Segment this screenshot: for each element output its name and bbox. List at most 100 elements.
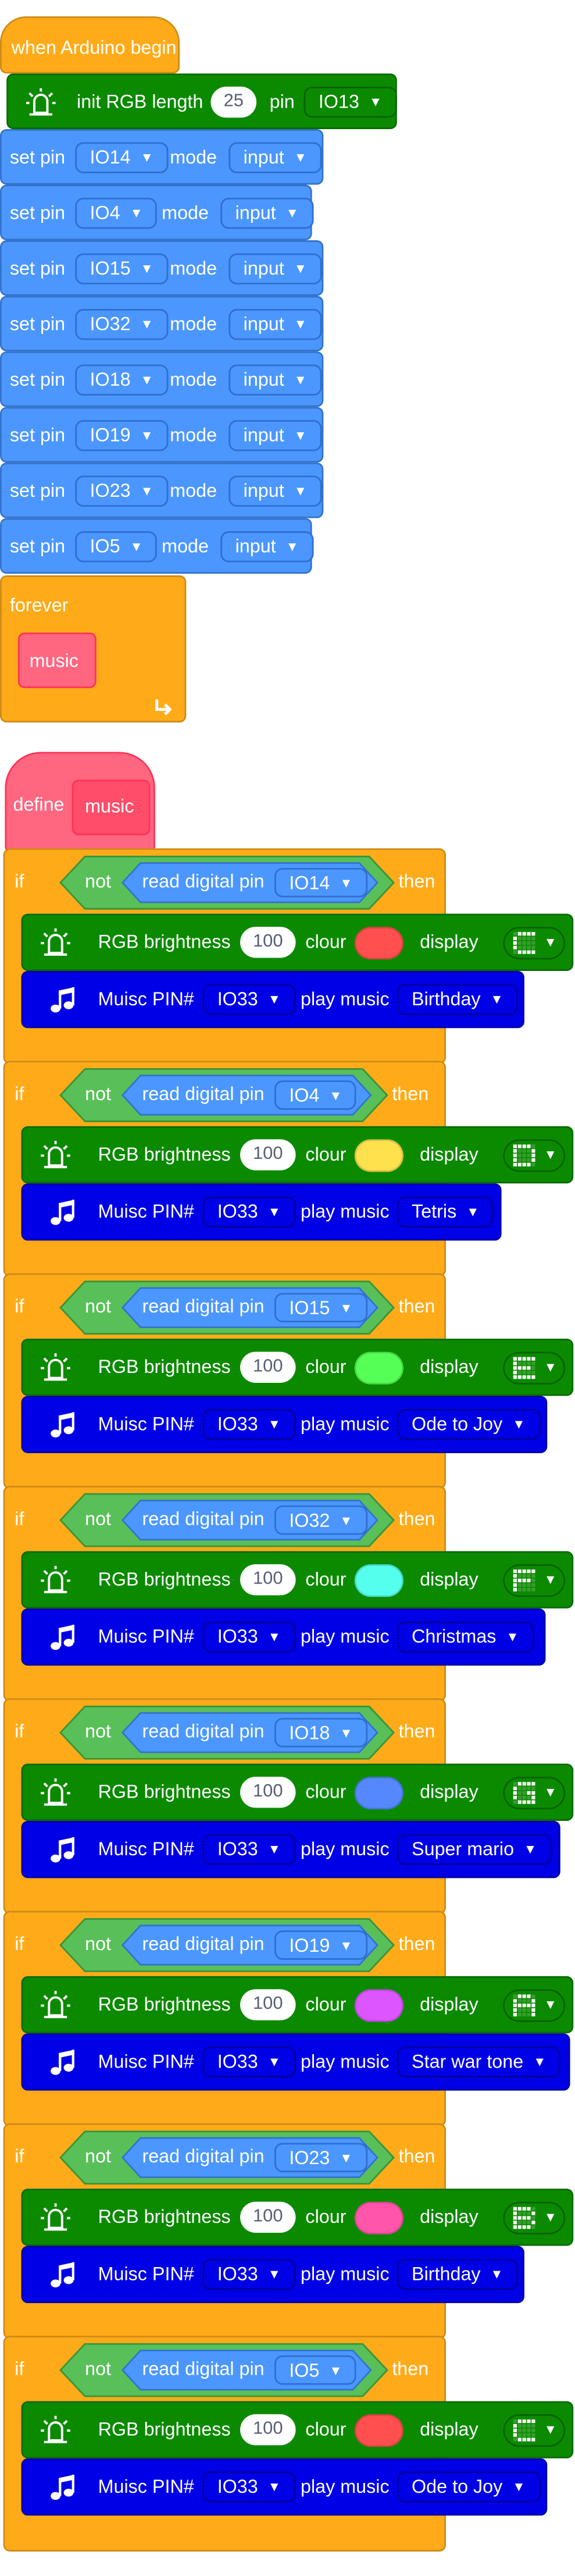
color-swatch[interactable]	[354, 1139, 403, 1172]
led-matrix-dropdown[interactable]: ▼	[503, 1777, 566, 1810]
mode-dropdown[interactable]: input ▼	[220, 197, 314, 229]
read-pin-dropdown[interactable]: IO4 ▼	[274, 1080, 357, 1110]
music-pin-dropdown[interactable]: IO33 ▼	[202, 2259, 296, 2290]
define-music-block[interactable]: define music	[5, 752, 155, 853]
mode-dropdown[interactable]: input ▼	[228, 420, 322, 451]
music-pin-dropdown[interactable]: IO33 ▼	[202, 2471, 296, 2503]
color-swatch[interactable]	[354, 2201, 403, 2235]
color-swatch[interactable]	[354, 2414, 403, 2447]
play-music-block[interactable]: Muisc PIN# IO33 ▼ play music Christmas ▼	[21, 1608, 546, 1666]
if-block[interactable]: if not read digital pin IO32 ▼ then RGB bright…	[3, 1486, 574, 1702]
set-pin-mode-block[interactable]: set pin IO18 ▼ mode input ▼	[0, 351, 324, 407]
read-pin-dropdown[interactable]: IO23 ▼	[274, 2143, 367, 2173]
brightness-input[interactable]: 100	[240, 2414, 296, 2446]
music-pin-dropdown[interactable]: IO33 ▼	[202, 2046, 296, 2078]
song-dropdown[interactable]: Ode to Joy ▼	[397, 2471, 540, 2503]
music-pin-dropdown[interactable]: IO33 ▼	[202, 1621, 296, 1653]
rgb-brightness-block[interactable]: RGB brightness 100 clour display ▼	[21, 1126, 574, 1184]
rgb-brightness-block[interactable]: RGB brightness 100 clour display ▼	[21, 1976, 574, 2034]
read-pin-dropdown[interactable]: IO5 ▼	[274, 2355, 357, 2385]
brightness-input[interactable]: 100	[240, 1351, 296, 1383]
brightness-input[interactable]: 100	[240, 1564, 296, 1596]
rgb-brightness-block[interactable]: RGB brightness 100 clour display ▼	[21, 2401, 574, 2458]
if-block[interactable]: if not read digital pin IO15 ▼ then RGB bright…	[3, 1273, 574, 1489]
if-block[interactable]: if not read digital pin IO23 ▼ then RGB bright…	[3, 2123, 574, 2339]
mode-dropdown[interactable]: input ▼	[228, 475, 322, 507]
music-pin-dropdown[interactable]: IO33 ▼	[202, 1834, 296, 1865]
play-music-block[interactable]: Muisc PIN# IO33 ▼ play music Tetris ▼	[21, 1183, 502, 1241]
color-swatch[interactable]	[354, 1989, 403, 2022]
song-dropdown[interactable]: Birthday ▼	[397, 2259, 518, 2290]
rgb-pin-dropdown[interactable]: IO13 ▼	[303, 86, 397, 118]
brightness-input[interactable]: 100	[240, 927, 296, 958]
read-pin-dropdown[interactable]: IO32 ▼	[274, 1505, 367, 1535]
play-music-block[interactable]: Muisc PIN# IO33 ▼ play music Birthday ▼	[21, 970, 524, 1029]
forever-block[interactable]: forever music	[0, 575, 187, 723]
when-arduino-begin-block[interactable]: when Arduino begin	[0, 16, 180, 74]
if-block[interactable]: if not read digital pin IO18 ▼ then RGB bright…	[3, 1698, 574, 1915]
led-matrix-dropdown[interactable]: ▼	[503, 1139, 566, 1172]
if-block[interactable]: if not read digital pin IO4 ▼ then RGB brightn…	[3, 1061, 574, 1277]
pin-dropdown[interactable]: IO4 ▼	[75, 197, 158, 229]
if-block[interactable]: if not read digital pin IO19 ▼ then RGB bright…	[3, 1910, 574, 2127]
led-matrix-dropdown[interactable]: ▼	[503, 1989, 566, 2022]
color-swatch[interactable]	[354, 1351, 403, 1385]
pin-dropdown[interactable]: IO14 ▼	[75, 142, 169, 173]
init-rgb-block[interactable]: init RGB length 25 pin IO13 ▼	[6, 73, 397, 129]
rgb-brightness-block[interactable]: RGB brightness 100 clour display ▼	[21, 913, 574, 971]
song-dropdown[interactable]: Star war tone ▼	[397, 2046, 561, 2078]
pin-dropdown[interactable]: IO32 ▼	[75, 309, 169, 340]
brightness-input[interactable]: 100	[240, 1777, 296, 1808]
song-dropdown[interactable]: Super mario ▼	[397, 1834, 552, 1865]
rgb-brightness-block[interactable]: RGB brightness 100 clour display ▼	[21, 1339, 574, 1396]
brightness-input[interactable]: 100	[240, 2201, 296, 2233]
led-matrix-dropdown[interactable]: ▼	[503, 1564, 566, 1597]
rgb-brightness-block[interactable]: RGB brightness 100 clour display ▼	[21, 1551, 574, 1609]
mode-dropdown[interactable]: input ▼	[220, 531, 314, 563]
brightness-input[interactable]: 100	[240, 1139, 296, 1170]
song-dropdown[interactable]: Christmas ▼	[397, 1621, 534, 1653]
song-dropdown[interactable]: Ode to Joy ▼	[397, 1408, 540, 1440]
mode-dropdown[interactable]: input ▼	[228, 364, 322, 396]
if-block[interactable]: if not read digital pin IO14 ▼ then RGB bright…	[3, 848, 574, 1065]
led-matrix-dropdown[interactable]: ▼	[503, 2201, 566, 2235]
set-pin-mode-block[interactable]: set pin IO5 ▼ mode input ▼	[0, 518, 314, 574]
song-dropdown[interactable]: Tetris ▼	[397, 1196, 494, 1228]
play-music-block[interactable]: Muisc PIN# IO33 ▼ play music Ode to Joy ▼	[21, 1396, 548, 1453]
pin-dropdown[interactable]: IO15 ▼	[75, 253, 169, 284]
music-pin-dropdown[interactable]: IO33 ▼	[202, 1408, 296, 1440]
pin-dropdown[interactable]: IO5 ▼	[75, 531, 158, 563]
play-music-block[interactable]: Muisc PIN# IO33 ▼ play music Ode to Joy ▼	[21, 2458, 548, 2516]
play-music-block[interactable]: Muisc PIN# IO33 ▼ play music Birthday ▼	[21, 2246, 524, 2303]
color-swatch[interactable]	[354, 927, 403, 960]
song-dropdown[interactable]: Birthday ▼	[397, 984, 518, 1015]
set-pin-mode-block[interactable]: set pin IO14 ▼ mode input ▼	[0, 129, 324, 185]
pin-dropdown[interactable]: IO19 ▼	[75, 420, 169, 451]
if-block[interactable]: if not read digital pin IO5 ▼ then RGB brightn…	[3, 2336, 574, 2552]
color-swatch[interactable]	[354, 1564, 403, 1597]
read-pin-dropdown[interactable]: IO15 ▼	[274, 1293, 367, 1323]
set-pin-mode-block[interactable]: set pin IO19 ▼ mode input ▼	[0, 407, 324, 463]
set-pin-mode-block[interactable]: set pin IO15 ▼ mode input ▼	[0, 240, 324, 296]
call-music-block[interactable]: music	[17, 632, 97, 688]
mode-dropdown[interactable]: input ▼	[228, 253, 322, 284]
pin-dropdown[interactable]: IO18 ▼	[75, 364, 169, 396]
led-matrix-dropdown[interactable]: ▼	[503, 1351, 566, 1385]
read-pin-dropdown[interactable]: IO19 ▼	[274, 1930, 367, 1960]
set-pin-mode-block[interactable]: set pin IO4 ▼ mode input ▼	[0, 184, 314, 241]
set-pin-mode-block[interactable]: set pin IO23 ▼ mode input ▼	[0, 462, 324, 518]
rgb-brightness-block[interactable]: RGB brightness 100 clour display ▼	[21, 1763, 574, 1821]
brightness-input[interactable]: 100	[240, 1989, 296, 2020]
color-swatch[interactable]	[354, 1777, 403, 1810]
rgb-length-input[interactable]: 25	[210, 86, 257, 118]
mode-dropdown[interactable]: input ▼	[228, 142, 322, 173]
read-pin-dropdown[interactable]: IO14 ▼	[274, 867, 367, 898]
pin-dropdown[interactable]: IO23 ▼	[75, 475, 169, 507]
music-pin-dropdown[interactable]: IO33 ▼	[202, 1196, 296, 1228]
read-pin-dropdown[interactable]: IO18 ▼	[274, 1717, 367, 1748]
led-matrix-dropdown[interactable]: ▼	[503, 927, 566, 960]
set-pin-mode-block[interactable]: set pin IO32 ▼ mode input ▼	[0, 296, 324, 352]
rgb-brightness-block[interactable]: RGB brightness 100 clour display ▼	[21, 2189, 574, 2246]
music-pin-dropdown[interactable]: IO33 ▼	[202, 984, 296, 1015]
led-matrix-dropdown[interactable]: ▼	[503, 2414, 566, 2447]
